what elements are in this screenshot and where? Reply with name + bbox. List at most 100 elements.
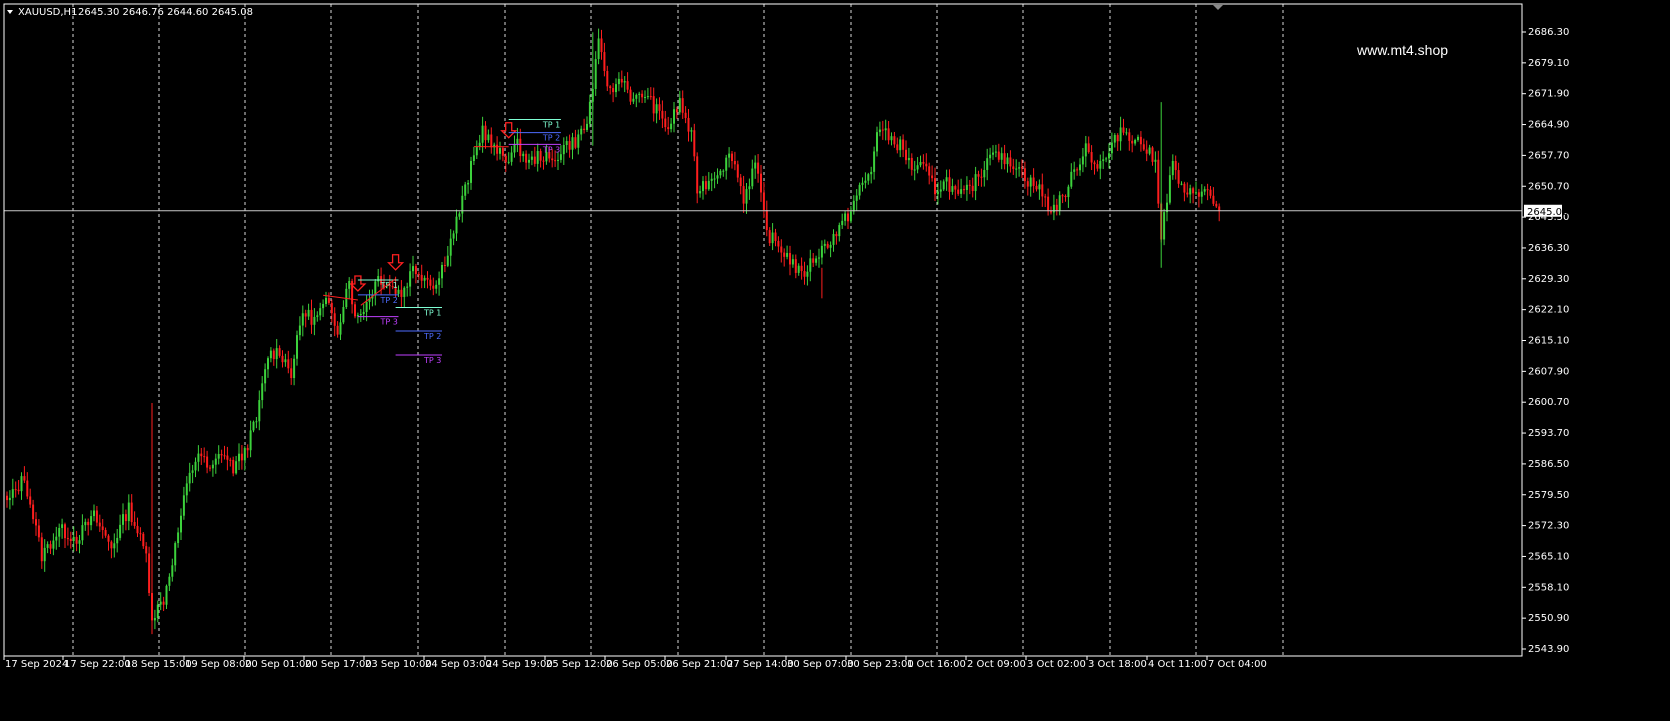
candle-body (638, 93, 641, 95)
candle-body (32, 504, 35, 520)
candle-body (159, 601, 162, 605)
candle-body (661, 110, 664, 119)
candle-body (565, 141, 568, 145)
symbol-dropdown-icon[interactable] (7, 10, 13, 14)
candle-body (122, 514, 124, 525)
watermark: www.mt4.shop (1356, 42, 1448, 58)
candle-body (707, 180, 710, 190)
ohlc-readout: 2645.30 2646.76 2644.60 2645.08 (78, 7, 253, 18)
candle-body (412, 266, 414, 272)
candle-body (687, 117, 690, 132)
candle-body (525, 153, 528, 163)
candle-body (858, 184, 861, 196)
candle-body (1168, 175, 1171, 203)
candle-body (583, 128, 586, 130)
candle-body (855, 195, 858, 201)
candle-body (571, 137, 574, 150)
candle-body (820, 245, 823, 258)
candle-body (1128, 132, 1131, 141)
candle-body (777, 240, 780, 247)
candle-body (156, 604, 159, 619)
candle-body (1189, 188, 1192, 195)
candle-body (1003, 153, 1006, 165)
candle-body (258, 400, 261, 422)
candle-body (37, 525, 40, 538)
candle-body (66, 538, 69, 540)
candle-body (1038, 184, 1041, 190)
candle-body (881, 129, 884, 131)
chart-shift-marker-icon[interactable] (1213, 5, 1223, 10)
candle-body (1047, 196, 1050, 212)
candle-body (162, 601, 165, 605)
candle-body (809, 258, 812, 272)
candle-body (1102, 159, 1105, 161)
x-tick-label: 27 Sep 14:00 (727, 659, 794, 670)
candle-body (992, 152, 994, 155)
candle-body (281, 355, 284, 363)
candle-body (174, 543, 177, 566)
candle-body (11, 489, 14, 498)
candle-body (635, 94, 638, 99)
candle-body (78, 540, 81, 544)
candle-body (287, 359, 290, 369)
tp-label: TP 3 (423, 356, 441, 365)
candle-body (209, 467, 211, 469)
candle-body (136, 525, 139, 534)
symbol-label[interactable]: XAUUSD,H1 (18, 7, 77, 18)
candle-body (124, 514, 127, 522)
candle-body (780, 246, 783, 253)
x-tick-label: 1 Oct 16:00 (907, 659, 966, 670)
candle-body (536, 151, 539, 164)
candle-body (864, 180, 867, 183)
candle-body (1174, 160, 1177, 171)
x-tick-label: 20 Sep 01:00 (245, 659, 312, 670)
candle-body (1044, 196, 1047, 198)
candle-body (812, 258, 815, 263)
candle-body (664, 118, 667, 128)
candle-body (1012, 166, 1015, 169)
candle-body (484, 125, 487, 141)
candle-body (432, 285, 435, 289)
candle-body (98, 522, 101, 527)
candle-body (934, 178, 936, 195)
candle-body (852, 200, 855, 212)
candle-body (362, 311, 365, 315)
candle-body (377, 276, 380, 282)
candle-body (832, 234, 835, 245)
candle-body (95, 510, 98, 523)
tp-label: TP 3 (380, 318, 398, 327)
candle-body (522, 153, 525, 157)
candle-body (8, 497, 11, 501)
candle-body (986, 158, 989, 170)
candle-body (649, 96, 652, 98)
candle-body (733, 161, 736, 165)
candle-body (310, 309, 313, 325)
candle-body (446, 255, 449, 266)
candle-body (1079, 164, 1081, 171)
candle-body (354, 304, 356, 317)
candle-body (267, 358, 269, 370)
candle-body (693, 130, 696, 157)
candle-body (504, 155, 507, 163)
candle-body (612, 88, 615, 93)
price-chart[interactable]: TP 1TP 2TP 3TP 1TP 2TP 3TP 1TP 2TP 3 17 … (0, 0, 1670, 721)
candle-body (562, 144, 565, 155)
candle-body (414, 266, 417, 275)
candle-body (1081, 156, 1084, 165)
tp-label: TP 3 (542, 145, 560, 154)
candle-body (1105, 158, 1108, 160)
y-tick-label: 2550.90 (1528, 613, 1569, 624)
chart-window[interactable]: TP 1 TP 2 TP 3 TP 1 TP 2 TP 3 TP 1 TP 2 TP 3 17 … (0, 0, 1670, 721)
candle-body (742, 186, 745, 204)
candle-body (870, 171, 873, 175)
candle-body (713, 178, 716, 180)
candle-body (223, 455, 226, 457)
candle-body (542, 160, 545, 162)
candle-body (1099, 160, 1102, 169)
candle-body (180, 515, 182, 533)
candle-body (307, 309, 310, 317)
candle-body (475, 146, 478, 156)
candle-body (1142, 144, 1145, 150)
candle-body (586, 123, 588, 130)
candle-body (252, 421, 255, 431)
